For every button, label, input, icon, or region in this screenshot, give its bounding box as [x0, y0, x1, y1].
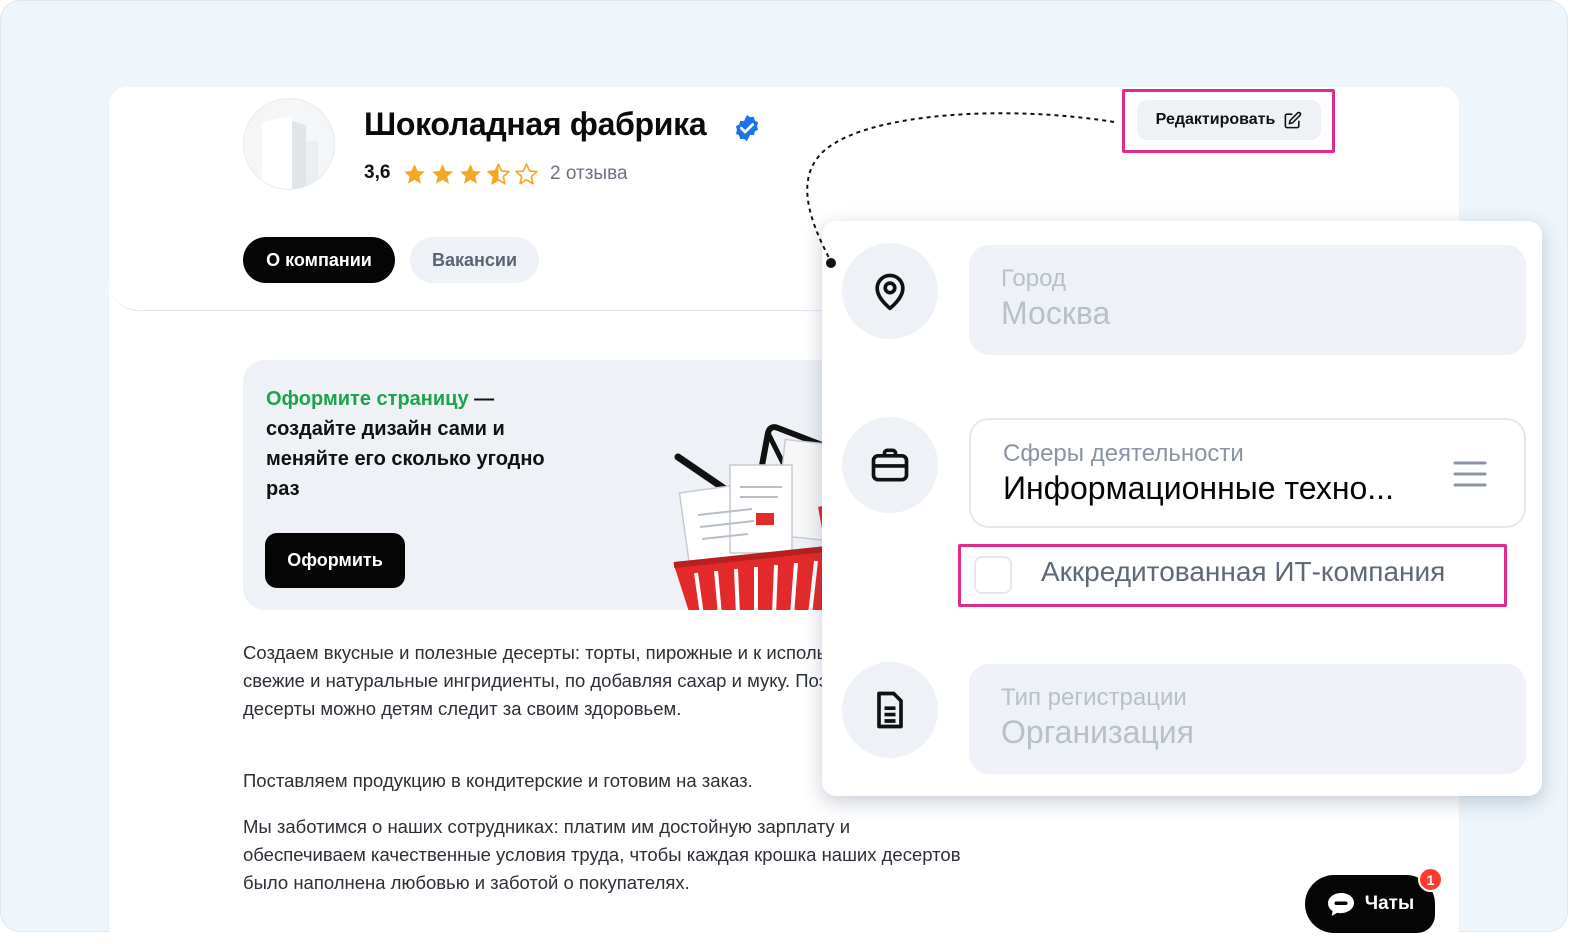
menu-list-icon[interactable]: [1452, 458, 1488, 490]
accredited-label[interactable]: Аккредитованная ИТ-компания: [1041, 556, 1445, 588]
tab-about-company[interactable]: О компании: [243, 237, 395, 283]
city-label: Город: [1001, 265, 1066, 292]
verified-badge-icon: [735, 114, 759, 142]
company-avatar: [243, 98, 335, 190]
promo-text: Оформите страницу — создайте дизайн сами…: [266, 384, 556, 504]
city-icon-container: [842, 243, 938, 339]
registration-field[interactable]: Тип регистрации Организация: [969, 664, 1526, 774]
star-empty-icon: [515, 163, 538, 185]
chats-label: Чаты: [1364, 893, 1415, 914]
city-field[interactable]: Город Москва: [969, 245, 1526, 355]
star-half-icon: [487, 163, 510, 185]
reviews-link[interactable]: 2 отзыва: [550, 163, 628, 185]
rating-stars: [402, 162, 539, 187]
design-promo-banner: Оформите страницу — создайте дизайн сами…: [243, 360, 883, 610]
spheres-field[interactable]: Сферы деятельности Информационные техно.…: [969, 418, 1526, 528]
star-full-icon: [460, 164, 481, 184]
spheres-value: Информационные техно...: [1003, 470, 1394, 506]
chats-unread-badge: 1: [1418, 867, 1443, 892]
promo-highlight: Оформите страницу: [266, 388, 469, 410]
tab-vacancies[interactable]: Вакансии: [410, 237, 539, 283]
chat-bubble-icon: [1327, 893, 1354, 916]
star-full-icon: [432, 164, 453, 184]
briefcase-icon: [871, 448, 909, 482]
edit-button[interactable]: Редактировать: [1137, 100, 1321, 140]
document-icon: [877, 691, 903, 729]
spheres-icon-container: [842, 417, 938, 513]
edit-button-label: Редактировать: [1155, 111, 1276, 128]
company-name: Шоколадная фабрика: [364, 106, 707, 142]
registration-label: Тип регистрации: [1001, 684, 1187, 711]
rating-value: 3,6: [364, 162, 391, 183]
description-paragraph-3: Мы заботимся о наших сотрудниках: платим…: [243, 816, 961, 893]
registration-icon-container: [842, 662, 938, 758]
location-pin-icon: [875, 273, 905, 311]
edit-icon: [1284, 111, 1302, 128]
city-value: Москва: [1001, 295, 1111, 331]
design-button[interactable]: Оформить: [265, 533, 405, 588]
star-full-icon: [404, 164, 425, 184]
chats-button[interactable]: Чаты: [1305, 875, 1435, 933]
registration-value: Организация: [1001, 714, 1194, 750]
spheres-label: Сферы деятельности: [1003, 440, 1244, 467]
accredited-checkbox[interactable]: [974, 556, 1012, 594]
